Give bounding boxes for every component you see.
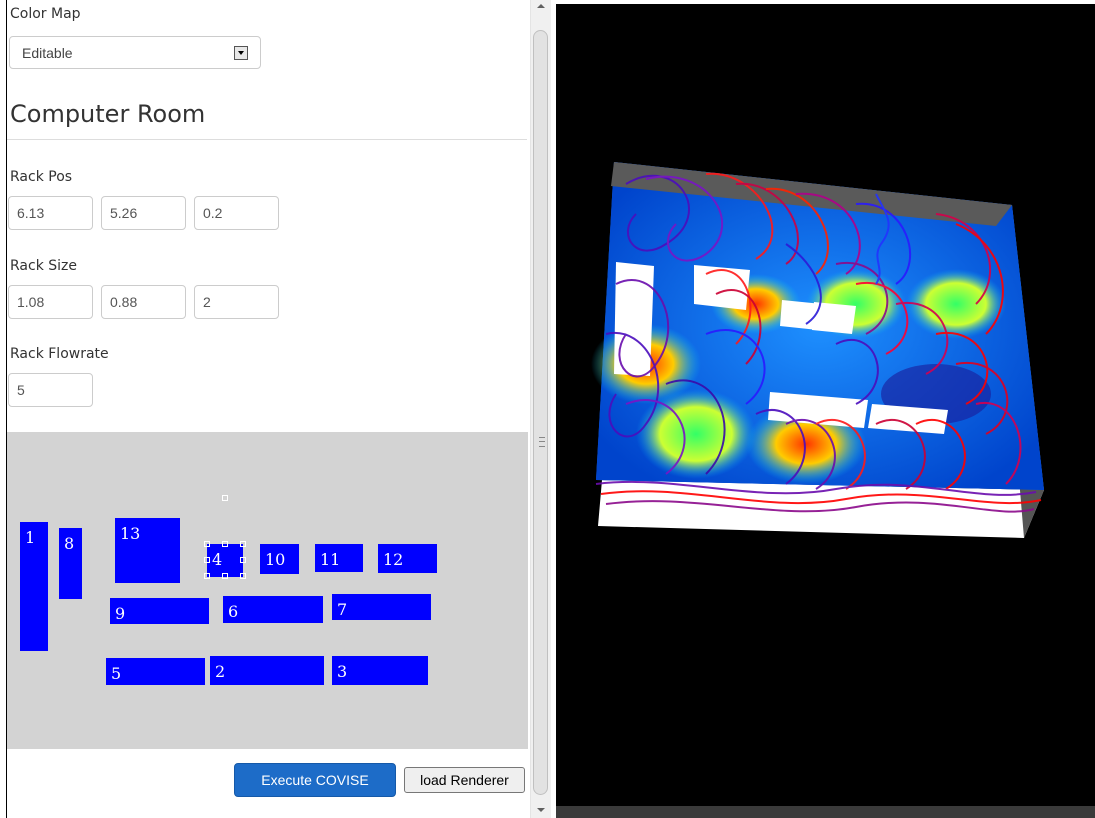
rack-label: 2 [215,662,226,681]
rack-label: 3 [337,662,348,681]
chevron-down-icon[interactable] [234,46,248,60]
resize-handle-w[interactable] [204,557,210,563]
section-title: Computer Room [10,100,206,128]
rack-pos-label: Rack Pos [10,169,73,185]
rack-11[interactable]: 11 [315,544,363,572]
resize-handle-sw[interactable] [204,573,210,579]
rack-7[interactable]: 7 [332,594,431,620]
rack-13[interactable]: 13 [115,518,180,583]
rack-label: 12 [383,550,404,569]
rack-label: 1 [25,528,36,547]
rack-12[interactable]: 12 [378,544,437,573]
rack-label: 6 [228,602,239,621]
grip-icon [539,437,545,447]
resize-handle-nw[interactable] [204,541,210,547]
rack-9[interactable]: 9 [110,598,209,624]
rack-label: 9 [115,604,126,623]
rack-label: 7 [337,600,348,619]
rack-1[interactable]: 1 [20,522,48,651]
resize-handle-ne[interactable] [240,541,246,547]
rack-label: 11 [320,550,341,569]
rack-pos-y-input[interactable] [101,196,186,230]
rack-label: 10 [265,550,286,569]
rack-pos-x-input[interactable] [8,196,93,230]
scrollbar-thumb[interactable] [533,30,548,795]
rack-block [694,265,750,310]
rack-flowrate-input[interactable] [8,373,93,407]
rack-3[interactable]: 3 [332,656,428,685]
parameter-panel: Color Map Editable Computer Room Rack Po… [0,0,530,818]
rack-block [812,302,856,334]
rack-size-x-input[interactable] [8,285,93,319]
resize-handle-s[interactable] [222,573,228,579]
viewport-ground-strip [556,806,1095,818]
colormap-label: Color Map [10,6,81,22]
rack-10[interactable]: 10 [260,544,299,574]
rotate-handle[interactable] [222,495,228,501]
rack-size-z-input[interactable] [194,285,279,319]
rack-label: 8 [64,534,75,553]
colormap-selected-value: Editable [22,45,73,61]
rack-size-y-input[interactable] [101,285,186,319]
section-divider [7,139,527,140]
scroll-up-arrow-icon[interactable] [537,4,545,8]
rack-6[interactable]: 6 [223,596,323,623]
rack-flowrate-label: Rack Flowrate [10,346,109,362]
load-renderer-button[interactable]: load Renderer [404,767,525,793]
execute-covise-button[interactable]: Execute COVISE [234,763,396,797]
rack-pos-z-input[interactable] [194,196,279,230]
rack-2[interactable]: 2 [210,656,324,685]
rack-8[interactable]: 8 [59,528,82,599]
rack-label: 5 [111,664,122,683]
resize-handle-e[interactable] [240,557,246,563]
3d-renderer-viewport[interactable] [556,4,1095,818]
resize-handle-n[interactable] [222,541,228,547]
resize-handle-se[interactable] [240,573,246,579]
rack-label: 13 [120,524,141,543]
vertical-scrollbar[interactable] [530,0,551,818]
colormap-select[interactable]: Editable [9,36,261,69]
rack-size-label: Rack Size [10,258,77,274]
scroll-down-arrow-icon[interactable] [537,808,545,812]
room-layout-canvas[interactable]: 1 8 13 4 10 11 12 9 6 7 5 2 3 [7,432,528,749]
rack-5[interactable]: 5 [106,658,205,685]
rack-label: 4 [212,550,223,569]
airflow-visualization [556,162,1095,818]
